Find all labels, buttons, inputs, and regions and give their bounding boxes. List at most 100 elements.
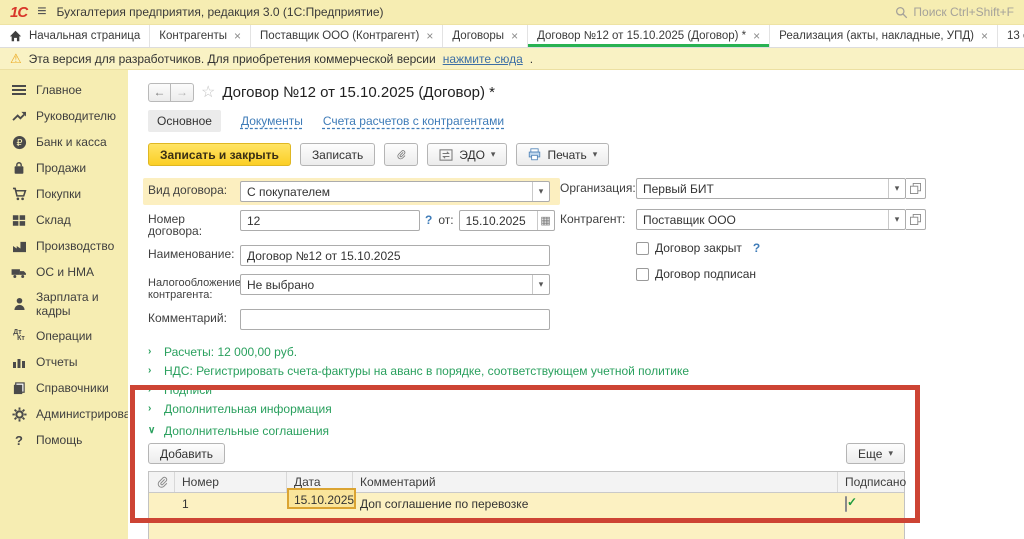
- save-button[interactable]: Записать: [300, 143, 375, 166]
- column-header-signed[interactable]: Подписано: [838, 472, 904, 492]
- tab-counterparties[interactable]: Контрагенты ×: [150, 25, 251, 47]
- dropdown-icon[interactable]: ▾: [888, 210, 905, 229]
- buy-version-link[interactable]: нажмите сюда: [443, 52, 523, 66]
- sidebar-item-operations[interactable]: Дт Кт Операции: [0, 323, 128, 349]
- row-date-cell-selected[interactable]: 15.10.2025: [287, 493, 353, 539]
- search-icon: [895, 6, 908, 19]
- help-icon: ?: [11, 432, 27, 448]
- organization-open-button[interactable]: [906, 178, 926, 199]
- tab-supplier[interactable]: Поставщик ООО (Контрагент) ×: [251, 25, 443, 47]
- add-agreement-button[interactable]: Добавить: [148, 443, 225, 464]
- row-attachment-cell[interactable]: [149, 493, 175, 539]
- form-tab-documents[interactable]: Документы: [241, 114, 303, 128]
- section-settlements[interactable]: › Расчеты: 12 000,00 руб.: [148, 342, 1024, 361]
- close-icon[interactable]: ×: [981, 29, 988, 43]
- counterparty-open-button[interactable]: [906, 209, 926, 230]
- paperclip-icon: [156, 476, 168, 488]
- more-button[interactable]: Еще ▾: [846, 443, 905, 464]
- column-header-number[interactable]: Номер: [175, 472, 287, 492]
- directories-books-icon: [11, 380, 27, 396]
- svg-text:₽: ₽: [16, 137, 22, 148]
- comment-label: Комментарий:: [148, 309, 240, 324]
- sidebar-item-payroll[interactable]: Зарплата и кадры: [0, 285, 128, 323]
- sidebar-item-fixed-assets[interactable]: ОС и НМА: [0, 259, 128, 285]
- signed-checkbox-checked[interactable]: [845, 496, 847, 512]
- tab-home[interactable]: Начальная страница: [0, 25, 150, 47]
- section-additional-info[interactable]: › Дополнительная информация: [148, 399, 1024, 418]
- form-tab-main[interactable]: Основное: [148, 110, 221, 132]
- edo-exchange-icon: [439, 149, 453, 161]
- tab-realization[interactable]: Реализация (акты, накладные, УПД) ×: [770, 25, 998, 47]
- global-search[interactable]: Поиск Ctrl+Shift+F: [895, 5, 1014, 19]
- sales-bag-icon: [11, 160, 27, 176]
- sidebar-item-purchases[interactable]: Покупки: [0, 181, 128, 207]
- sidebar-item-directories[interactable]: Справочники: [0, 375, 128, 401]
- sidebar-item-warehouse[interactable]: Склад: [0, 207, 128, 233]
- section-signatures[interactable]: › Подписи: [148, 380, 1024, 399]
- agreements-table: Номер Дата Комментарий Подписано 1 15.10…: [148, 471, 905, 539]
- sidebar-item-main[interactable]: Главное: [0, 77, 128, 103]
- attachment-column-header[interactable]: [149, 472, 175, 492]
- printer-icon: [528, 148, 541, 161]
- tab-contract-12-active[interactable]: Договор №12 от 15.10.2025 (Договор) * ×: [528, 25, 770, 47]
- contract-closed-checkbox[interactable]: [636, 242, 649, 255]
- contract-signed-label: Договор подписан: [655, 267, 756, 281]
- tab-contracts[interactable]: Договоры ×: [443, 25, 528, 47]
- main-menu-burger-icon[interactable]: ≡: [37, 4, 46, 20]
- sidebar-item-administration[interactable]: Администрирование: [0, 401, 128, 427]
- row-number-cell[interactable]: 1: [175, 493, 287, 539]
- close-icon[interactable]: ×: [234, 29, 241, 43]
- agreement-table-row[interactable]: 1 15.10.2025 Доп соглашение по перевозке: [149, 493, 904, 539]
- sidebar-item-sales[interactable]: Продажи: [0, 155, 128, 181]
- tab-contract-13[interactable]: 13 от 15.10.2025 (Договор) ×: [998, 25, 1024, 47]
- forward-button[interactable]: →: [171, 83, 194, 102]
- favorite-star-icon[interactable]: ☆: [201, 82, 215, 102]
- back-button[interactable]: ←: [148, 83, 171, 102]
- attachments-button[interactable]: [384, 143, 418, 166]
- dropdown-icon[interactable]: ▾: [532, 275, 549, 294]
- column-header-comment[interactable]: Комментарий: [353, 472, 838, 492]
- calendar-icon[interactable]: ▦: [537, 211, 554, 230]
- row-signed-cell[interactable]: [838, 493, 904, 539]
- contract-type-select[interactable]: С покупателем ▾: [240, 181, 550, 202]
- operations-dtkt-icon: Дт Кт: [11, 328, 27, 344]
- close-icon[interactable]: ×: [511, 29, 518, 43]
- close-icon[interactable]: ×: [753, 29, 760, 43]
- section-additional-agreements[interactable]: ∨ Дополнительные соглашения: [148, 421, 1024, 440]
- print-button[interactable]: Печать ▾: [516, 143, 609, 166]
- sections-sidebar: Главное Руководителю ₽ Банк и касса Прод…: [0, 70, 128, 539]
- name-input[interactable]: Договор №12 от 15.10.2025: [240, 245, 550, 266]
- sidebar-item-bank[interactable]: ₽ Банк и касса: [0, 129, 128, 155]
- contract-signed-checkbox-row: Договор подписан: [636, 265, 1024, 281]
- chevron-right-icon: ›: [148, 365, 157, 376]
- comment-input[interactable]: [240, 309, 550, 330]
- taxation-label: Налогообложение контрагента:: [148, 274, 240, 301]
- sidebar-item-production[interactable]: Производство: [0, 233, 128, 259]
- open-in-form-icon: [910, 183, 921, 194]
- sidebar-item-manager[interactable]: Руководителю: [0, 103, 128, 129]
- taxation-select[interactable]: Не выбрано ▾: [240, 274, 550, 295]
- row-comment-cell[interactable]: Доп соглашение по перевозке: [353, 493, 838, 539]
- contract-signed-checkbox[interactable]: [636, 268, 649, 281]
- sidebar-item-help[interactable]: ? Помощь: [0, 427, 128, 453]
- closed-hint-link[interactable]: ?: [748, 241, 765, 255]
- counterparty-select[interactable]: Поставщик ООО ▾: [636, 209, 906, 230]
- edo-button[interactable]: ЭДО ▾: [427, 143, 507, 166]
- dropdown-icon[interactable]: ▾: [532, 182, 549, 201]
- sidebar-item-reports[interactable]: Отчеты: [0, 349, 128, 375]
- organization-select[interactable]: Первый БИТ ▾: [636, 178, 906, 199]
- reports-chart-icon: [11, 354, 27, 370]
- administration-gear-icon: [11, 406, 27, 422]
- section-vat[interactable]: › НДС: Регистрировать счета-фактуры на а…: [148, 361, 1024, 380]
- save-and-close-button[interactable]: Записать и закрыть: [148, 143, 291, 166]
- contract-date-input[interactable]: 15.10.2025 ▦: [459, 210, 555, 231]
- number-hint-link[interactable]: ?: [420, 210, 437, 227]
- main-menu-icon: [11, 82, 27, 98]
- organization-label: Организация:: [560, 178, 636, 195]
- close-icon[interactable]: ×: [426, 29, 433, 43]
- chevron-right-icon: ›: [148, 384, 157, 395]
- fixed-assets-truck-icon: [11, 264, 27, 280]
- form-tab-settlement-accounts[interactable]: Счета расчетов с контрагентами: [323, 114, 504, 128]
- dropdown-icon[interactable]: ▾: [888, 179, 905, 198]
- contract-number-input[interactable]: 12: [240, 210, 420, 231]
